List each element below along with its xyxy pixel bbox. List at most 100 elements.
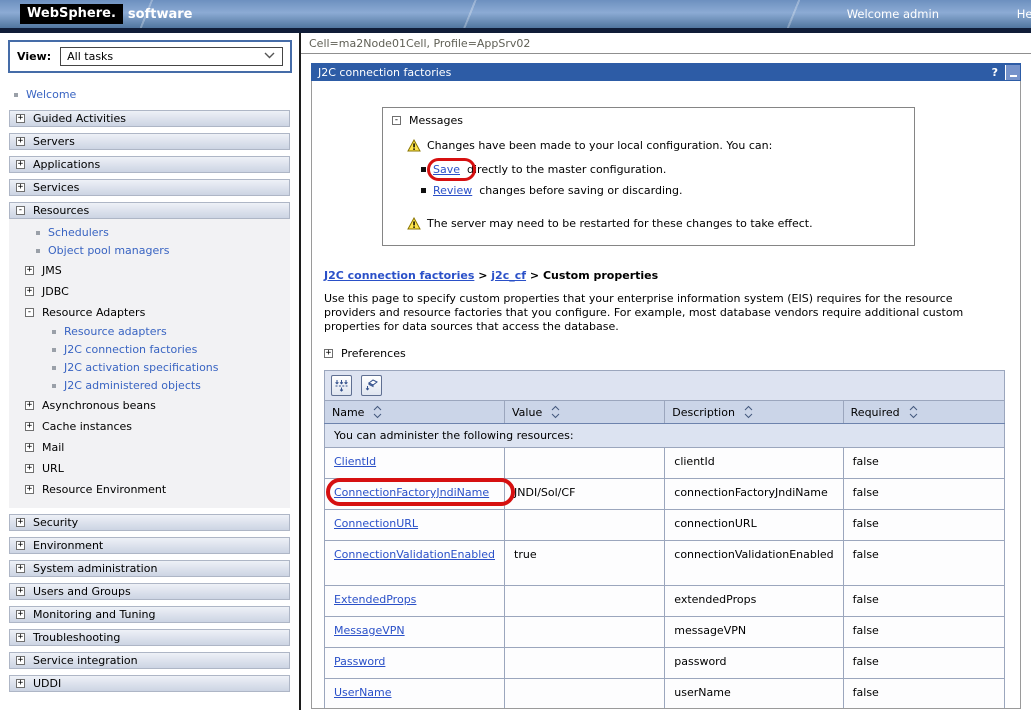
plus-icon[interactable]: + <box>16 656 25 665</box>
plus-icon[interactable]: + <box>16 610 25 619</box>
bullet-icon <box>421 188 426 193</box>
sidebar-section-resources[interactable]: - Resources <box>9 202 290 219</box>
sidebar-section-uddi[interactable]: + UDDI <box>9 675 290 692</box>
plus-icon[interactable]: + <box>16 564 25 573</box>
table-row: MessageVPN messageVPN false <box>325 617 1005 648</box>
sidebar-section-service-integration[interactable]: + Service integration <box>9 652 290 669</box>
sidebar-item-welcome[interactable]: Welcome <box>9 83 290 110</box>
sidebar-section-monitoring-and-tuning[interactable]: + Monitoring and Tuning <box>9 606 290 623</box>
sidebar-section-url[interactable]: + URL <box>9 458 290 479</box>
property-link-password[interactable]: Password <box>334 655 385 668</box>
sidebar-section-asynchronous-beans[interactable]: + Asynchronous beans <box>9 395 290 416</box>
sidebar-section-servers[interactable]: + Servers <box>9 133 290 150</box>
sidebar-section-guided-activities[interactable]: + Guided Activities <box>9 110 290 127</box>
column-header-description[interactable]: Description <box>665 401 843 424</box>
sidebar-item-schedulers[interactable]: Schedulers <box>9 224 290 242</box>
sidebar-section-troubleshooting[interactable]: + Troubleshooting <box>9 629 290 646</box>
plus-icon[interactable]: + <box>25 287 34 296</box>
property-link-clientid[interactable]: ClientId <box>334 455 376 468</box>
sidebar-item-j2c-connection-factories[interactable]: J2C connection factories <box>9 341 290 359</box>
plus-icon[interactable]: + <box>16 679 25 688</box>
breadcrumb-j2c-link[interactable]: J2C connection factories <box>324 269 474 282</box>
plus-icon[interactable]: + <box>16 633 25 642</box>
j2c-connection-factories-link[interactable]: J2C connection factories <box>64 343 197 356</box>
table-row: ExtendedProps extendedProps false <box>325 586 1005 617</box>
sidebar-section-cache-instances[interactable]: + Cache instances <box>9 416 290 437</box>
plus-icon[interactable]: + <box>25 443 34 452</box>
plus-icon[interactable]: + <box>25 266 34 275</box>
plus-icon[interactable]: + <box>25 485 34 494</box>
property-link-connectionvalidationenabled[interactable]: ConnectionValidationEnabled <box>334 548 495 561</box>
plus-icon[interactable]: + <box>16 114 25 123</box>
sidebar-item-j2c-activation-specifications[interactable]: J2C activation specifications <box>9 359 290 377</box>
save-line: Save directly to the master configuratio… <box>421 163 904 176</box>
sidebar-section-users-and-groups[interactable]: + Users and Groups <box>9 583 290 600</box>
sidebar-item-j2c-administered-objects[interactable]: J2C administered objects <box>9 377 290 395</box>
plus-icon[interactable]: + <box>324 349 333 358</box>
breadcrumb-j2c-cf-link[interactable]: j2c_cf <box>491 269 526 282</box>
property-description: clientId <box>665 448 843 479</box>
property-link-username[interactable]: UserName <box>334 686 392 699</box>
plus-icon[interactable]: + <box>16 137 25 146</box>
sidebar-item-object-pool-managers[interactable]: Object pool managers <box>9 242 290 260</box>
property-link-connectionurl[interactable]: ConnectionURL <box>334 517 418 530</box>
schedulers-link[interactable]: Schedulers <box>48 226 109 239</box>
property-link-connectionfactoryjndiname[interactable]: ConnectionFactoryJndiName <box>334 486 489 499</box>
sidebar-section-resource-adapters[interactable]: - Resource Adapters <box>9 302 290 323</box>
welcome-link[interactable]: Welcome <box>26 88 76 101</box>
section-label: Users and Groups <box>33 585 131 598</box>
column-header-required[interactable]: Required <box>843 401 1004 424</box>
review-link[interactable]: Review <box>433 184 472 197</box>
sidebar-resources-group: - Resources Schedulers Object pool manag… <box>9 202 290 508</box>
plus-icon[interactable]: + <box>16 518 25 527</box>
property-required: false <box>843 586 1004 617</box>
minus-icon[interactable]: - <box>16 206 25 215</box>
plus-icon[interactable]: + <box>16 587 25 596</box>
plus-icon[interactable]: + <box>16 541 25 550</box>
breadcrumb-current: Custom properties <box>543 269 658 282</box>
clear-filter-button[interactable] <box>361 375 382 396</box>
column-header-value[interactable]: Value <box>505 401 665 424</box>
plus-icon[interactable]: + <box>25 464 34 473</box>
plus-icon[interactable]: + <box>16 160 25 169</box>
portlet-help-icon[interactable]: ? <box>985 66 1005 79</box>
column-header-name[interactable]: Name <box>325 401 505 424</box>
sidebar-section-jdbc[interactable]: + JDBC <box>9 281 290 302</box>
sidebar-section-jms[interactable]: + JMS <box>9 260 290 281</box>
save-link[interactable]: Save <box>433 163 460 176</box>
table-toolbar <box>325 371 1005 401</box>
object-pool-managers-link[interactable]: Object pool managers <box>48 244 170 257</box>
properties-table: Name Value Description Required You can … <box>324 370 1005 709</box>
show-filter-button[interactable] <box>331 375 352 396</box>
resources-expanded: Schedulers Object pool managers + JMS + … <box>9 219 290 508</box>
portlet-title-bar: J2C connection factories ? <box>311 63 1021 81</box>
j2c-administered-objects-link[interactable]: J2C administered objects <box>64 379 201 392</box>
warning-icon <box>407 139 421 155</box>
sidebar-section-mail[interactable]: + Mail <box>9 437 290 458</box>
sidebar-section-applications[interactable]: + Applications <box>9 156 290 173</box>
help-link[interactable]: Help <box>1017 7 1031 21</box>
sidebar-section-environment[interactable]: + Environment <box>9 537 290 554</box>
view-select[interactable]: All tasks <box>60 47 283 66</box>
property-link-messagevpn[interactable]: MessageVPN <box>334 624 405 637</box>
sidebar-section-security[interactable]: + Security <box>9 514 290 531</box>
properties-table-wrap: Name Value Description Required You can … <box>324 370 1005 709</box>
property-link-extendedprops[interactable]: ExtendedProps <box>334 593 416 606</box>
sidebar-section-services[interactable]: + Services <box>9 179 290 196</box>
plus-icon[interactable]: + <box>16 183 25 192</box>
bullet-icon <box>52 384 56 388</box>
sidebar-section-resource-environment[interactable]: + Resource Environment <box>9 479 290 500</box>
plus-icon[interactable]: + <box>25 422 34 431</box>
j2c-activation-specifications-link[interactable]: J2C activation specifications <box>64 361 219 374</box>
review-line: Review changes before saving or discardi… <box>421 184 904 197</box>
resource-adapters-link[interactable]: Resource adapters <box>64 325 167 338</box>
minus-icon[interactable]: - <box>25 308 34 317</box>
preferences-toggle[interactable]: + Preferences <box>324 347 1020 360</box>
minimize-icon[interactable] <box>1005 65 1020 80</box>
sidebar-section-system-administration[interactable]: + System administration <box>9 560 290 577</box>
collapse-icon[interactable]: - <box>392 116 401 125</box>
cell-profile-context: Cell=ma2Node01Cell, Profile=AppSrv02 <box>301 33 1031 54</box>
plus-icon[interactable]: + <box>25 401 34 410</box>
property-value: true <box>505 541 665 586</box>
sidebar-item-resource-adapters[interactable]: Resource adapters <box>9 323 290 341</box>
